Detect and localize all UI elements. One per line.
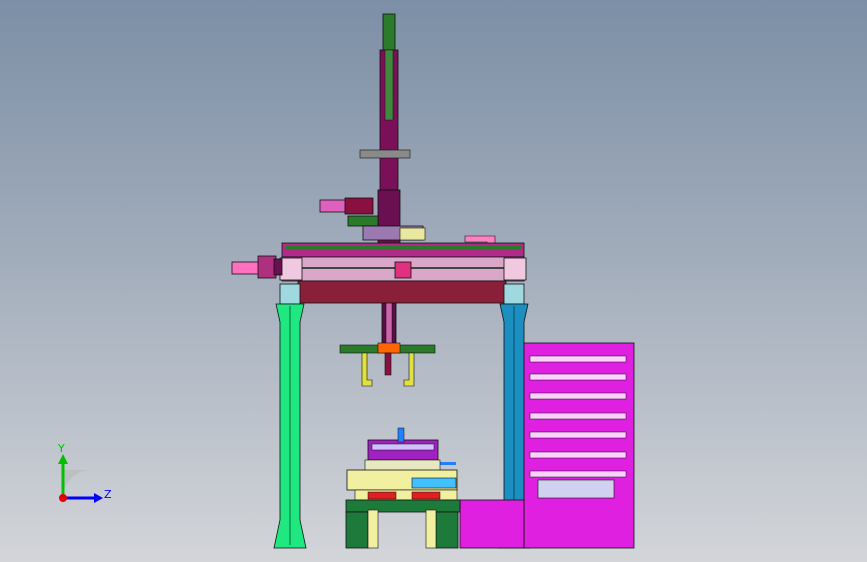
x-axis-motor[interactable] [231, 255, 283, 279]
z-motor-assembly[interactable] [319, 149, 496, 249]
gantry-beam[interactable] [279, 242, 527, 304]
cad-viewport[interactable]: Y Z [0, 0, 867, 562]
left-frame-leg[interactable] [273, 283, 307, 549]
cad-model-drawing[interactable]: Y Z [0, 0, 867, 562]
y-axis-label: Y [57, 442, 65, 455]
work-table[interactable] [345, 427, 461, 549]
coordinate-triad: Y Z [57, 442, 112, 503]
z-axis-label: Z [104, 488, 112, 501]
gripper-assembly[interactable] [339, 342, 436, 387]
origin-point [59, 494, 67, 502]
drawer-cabinet[interactable] [459, 342, 635, 549]
